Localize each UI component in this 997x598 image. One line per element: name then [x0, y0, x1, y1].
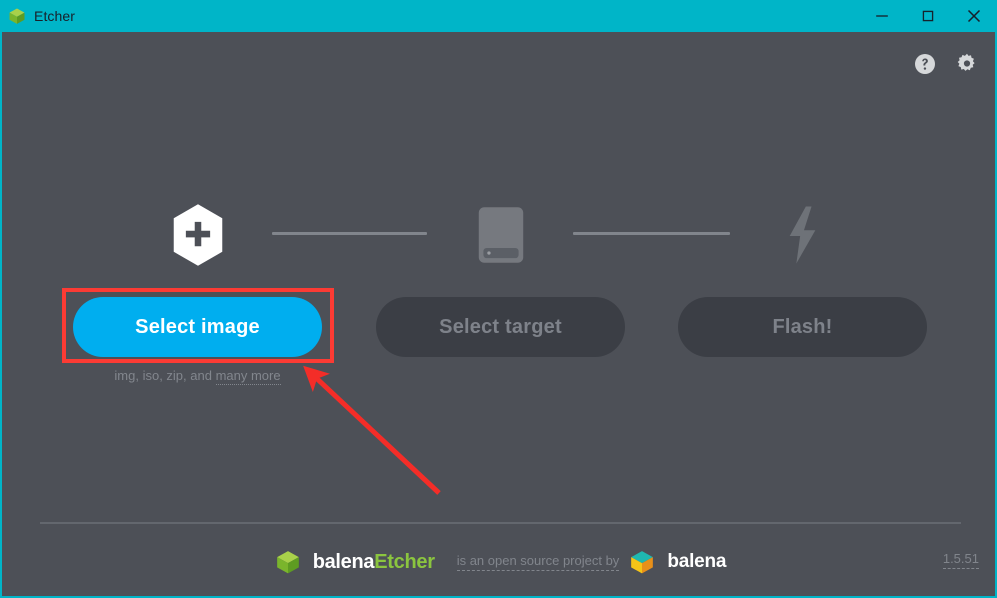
etcher-brand-etcher: Etcher: [374, 550, 435, 573]
footer-branding: balenaEtcher is an open source project b…: [2, 545, 995, 579]
help-circle-icon[interactable]: [913, 52, 937, 76]
minimize-button[interactable]: [859, 0, 905, 32]
gear-icon[interactable]: [955, 52, 979, 76]
header-icon-group: [913, 52, 979, 76]
select-image-button[interactable]: Select image: [73, 297, 322, 357]
step-connector-1: [272, 232, 427, 235]
balena-etcher-cube-icon: [275, 549, 301, 575]
select-target-button[interactable]: Select target: [376, 297, 625, 357]
supported-formats-hint: img, iso, zip, and many more: [73, 368, 322, 385]
hint-prefix: img, iso, zip, and: [114, 368, 216, 383]
balena-etcher-wordmark: balenaEtcher: [313, 551, 435, 574]
balena-wordmark: balena: [667, 551, 727, 572]
close-button[interactable]: [951, 0, 995, 32]
hint-many-more-link[interactable]: many more: [215, 368, 281, 385]
etcher-brand-balena: balena: [312, 550, 375, 573]
footer: balenaEtcher is an open source project b…: [2, 545, 995, 581]
version-label[interactable]: 1.5.51: [942, 551, 979, 569]
window-title: Etcher: [34, 8, 76, 24]
footer-divider: [40, 522, 961, 524]
flash-button[interactable]: Flash!: [678, 297, 927, 357]
etcher-cube-icon: [8, 7, 26, 25]
etcher-window: Etcher Select image Select target Flash!…: [0, 0, 997, 598]
step-connector-2: [573, 232, 730, 235]
drive-icon: [381, 196, 621, 274]
lightning-bolt-icon: [683, 196, 923, 274]
hexagon-plus-icon: [78, 196, 318, 274]
footer-tagline[interactable]: is an open source project by: [456, 553, 620, 571]
maximize-button[interactable]: [905, 0, 951, 32]
title-bar: Etcher: [2, 0, 995, 32]
balena-cube-icon: [629, 549, 655, 575]
step-button-row: Select image Select target Flash!: [2, 297, 995, 357]
step-icon-row: [2, 196, 995, 274]
